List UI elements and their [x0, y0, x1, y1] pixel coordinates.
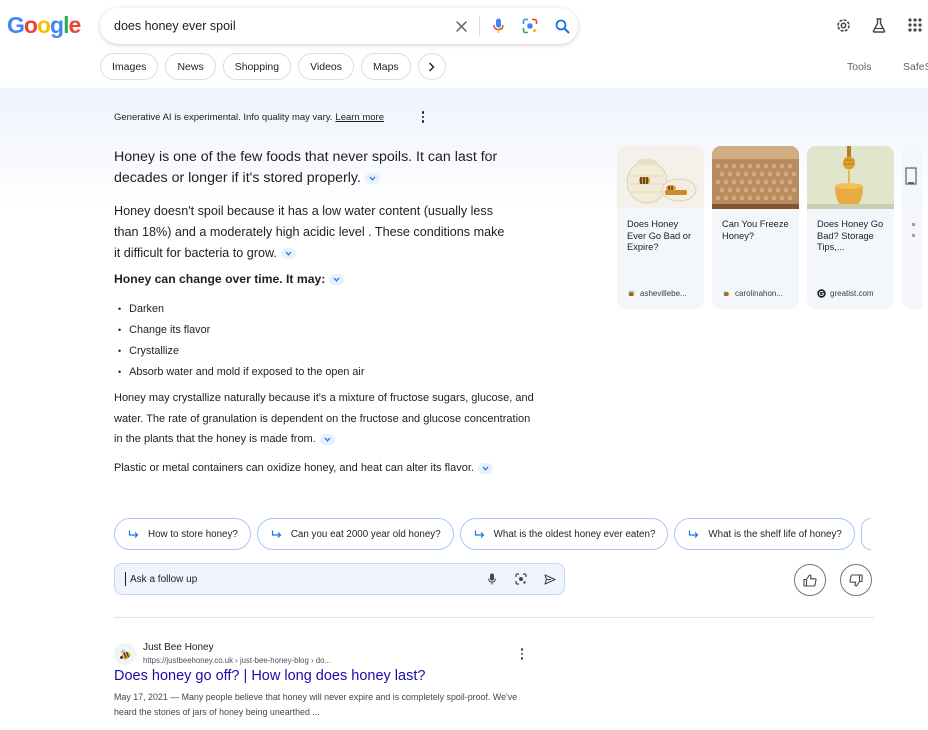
search-icon[interactable] [546, 8, 578, 44]
followup-input-box[interactable]: Ask a follow up [114, 563, 565, 595]
more-tabs-button[interactable] [417, 53, 446, 80]
followup-chip-partial[interactable] [860, 518, 871, 550]
card-title: Does Honey Go Bad? Storage Tips,... [817, 219, 884, 252]
expand-source-icon[interactable] [280, 248, 296, 260]
card-source: carolinahon... [722, 289, 783, 298]
thumbs-down-icon [849, 573, 863, 587]
image-card[interactable]: Does Honey Go Bad? Storage Tips,... grea… [807, 146, 894, 309]
tab-news[interactable]: News [165, 53, 216, 80]
card-source-text: ashevillebe... [640, 289, 687, 298]
safesearch-button[interactable]: SafeS [903, 61, 928, 73]
reply-arrow-icon [689, 530, 699, 538]
card-source: ashevillebe... [627, 289, 687, 298]
honey-pot-image [617, 146, 704, 209]
site-favicon[interactable] [114, 643, 136, 665]
expand-source-icon[interactable] [477, 462, 493, 474]
ai-overview-menu-icon[interactable] [418, 110, 428, 124]
mic-icon[interactable] [482, 8, 514, 44]
mic-icon[interactable] [477, 564, 506, 594]
expand-source-icon[interactable] [364, 172, 380, 184]
list-item: Darken [118, 298, 364, 319]
followup-chip[interactable]: How to store honey? [114, 518, 251, 550]
followup-chip-label: How to store honey? [148, 528, 238, 540]
thumbs-down-button[interactable] [840, 564, 872, 596]
tab-images[interactable]: Images [100, 53, 159, 80]
learn-more-link[interactable]: Learn more [335, 112, 384, 123]
card-source-text: carolinahon... [735, 289, 784, 298]
google-logo[interactable]: Google [7, 12, 81, 39]
ai-subheading: Honey can change over time. It may: [114, 272, 524, 286]
related-questions: How to store honey? Can you eat 2000 yea… [114, 518, 871, 550]
expand-source-icon[interactable] [329, 274, 345, 286]
ai-subheading-text: Honey can change over time. It may: [114, 272, 326, 286]
image-card[interactable]: Does Honey Ever Go Bad or Expire? ashevi… [617, 146, 704, 309]
clear-icon[interactable] [445, 8, 477, 44]
thumbs-up-button[interactable] [794, 564, 826, 596]
bee-icon [723, 290, 730, 297]
ai-paragraph-2-text: Honey doesn't spoil because it has a low… [114, 204, 505, 260]
expand-source-icon[interactable] [319, 433, 335, 445]
result-menu-icon[interactable] [519, 647, 525, 661]
followup-chip-label: What is the shelf life of honey? [708, 528, 842, 540]
list-item: Absorb water and mold if exposed to the … [118, 361, 364, 382]
honey-dipper-image [807, 146, 894, 209]
followup-chip[interactable]: What is the oldest honey ever eaten? [459, 518, 669, 550]
list-item: Change its flavor [118, 319, 364, 340]
settings-icon[interactable] [832, 14, 854, 36]
followup-chip-label: What is the oldest honey ever eaten? [493, 528, 656, 540]
image-cards: Does Honey Ever Go Bad or Expire? ashevi… [617, 146, 922, 309]
lens-icon[interactable] [514, 8, 546, 44]
search-box[interactable]: does honey ever spoil [100, 8, 578, 44]
honeycomb-image [712, 146, 799, 209]
ai-paragraph-4: Plastic or metal containers can oxidize … [114, 458, 494, 479]
ai-paragraph-2: Honey doesn't spoil because it has a low… [114, 201, 514, 264]
card-source: greatist.com [817, 289, 874, 298]
labs-icon[interactable] [868, 14, 890, 36]
search-divider [479, 16, 480, 36]
tools-button[interactable]: Tools [847, 61, 872, 73]
card-title: Can You Freeze Honey? [722, 219, 789, 241]
search-tabs: Images News Shopping Videos Maps [100, 53, 446, 80]
reply-arrow-icon [128, 530, 139, 538]
followup-chip[interactable]: What is the shelf life of honey? [674, 518, 855, 550]
followup-chip[interactable]: Can you eat 2000 year old honey? [256, 518, 454, 550]
reply-arrow-icon [474, 530, 485, 538]
thumbs-up-icon [803, 573, 817, 587]
followup-chip-label: Can you eat 2000 year old honey? [290, 528, 441, 540]
bee-icon [120, 649, 131, 660]
apps-icon[interactable] [904, 14, 926, 36]
ai-experimental-notice: Generative AI is experimental. Info qual… [114, 112, 384, 123]
ai-paragraph-1: Honey is one of the few foods that never… [114, 147, 524, 189]
ai-paragraph-3: Honey may crystallize naturally because … [114, 388, 534, 450]
tab-maps[interactable]: Maps [361, 53, 411, 80]
image-card[interactable]: Can You Freeze Honey? carolinahon... [712, 146, 799, 309]
reply-arrow-icon [271, 530, 282, 538]
tab-shopping[interactable]: Shopping [222, 53, 292, 80]
followup-input[interactable]: Ask a follow up [130, 574, 477, 585]
result-title-link[interactable]: Does honey go off? | How long does honey… [114, 668, 425, 684]
result-site-name[interactable]: Just Bee Honey [143, 642, 214, 653]
section-divider [114, 617, 874, 618]
ai-paragraph-1-text: Honey is one of the few foods that never… [114, 149, 498, 186]
ai-notice-text: Generative AI is experimental. Info qual… [114, 112, 333, 123]
bee-icon [628, 290, 635, 297]
tab-videos[interactable]: Videos [298, 53, 354, 80]
lens-icon[interactable] [506, 564, 535, 594]
greatist-logo-icon [817, 289, 826, 298]
search-input[interactable]: does honey ever spoil [114, 19, 445, 33]
image-card-partial[interactable] [902, 146, 922, 309]
text-cursor [125, 572, 126, 586]
card-title: Does Honey Ever Go Bad or Expire? [627, 219, 692, 252]
list-item: Crystallize [118, 340, 364, 361]
card-source-text: greatist.com [830, 289, 874, 298]
ai-paragraph-4-text: Plastic or metal containers can oxidize … [114, 462, 474, 474]
result-url[interactable]: https://justbeehoney.co.uk › just-bee-ho… [143, 656, 331, 665]
result-snippet: May 17, 2021 — Many people believe that … [114, 692, 518, 717]
chevron-right-icon [429, 62, 435, 71]
send-icon[interactable] [535, 564, 564, 594]
ai-bullet-list: Darken Change its flavor Crystallize Abs… [118, 298, 364, 382]
